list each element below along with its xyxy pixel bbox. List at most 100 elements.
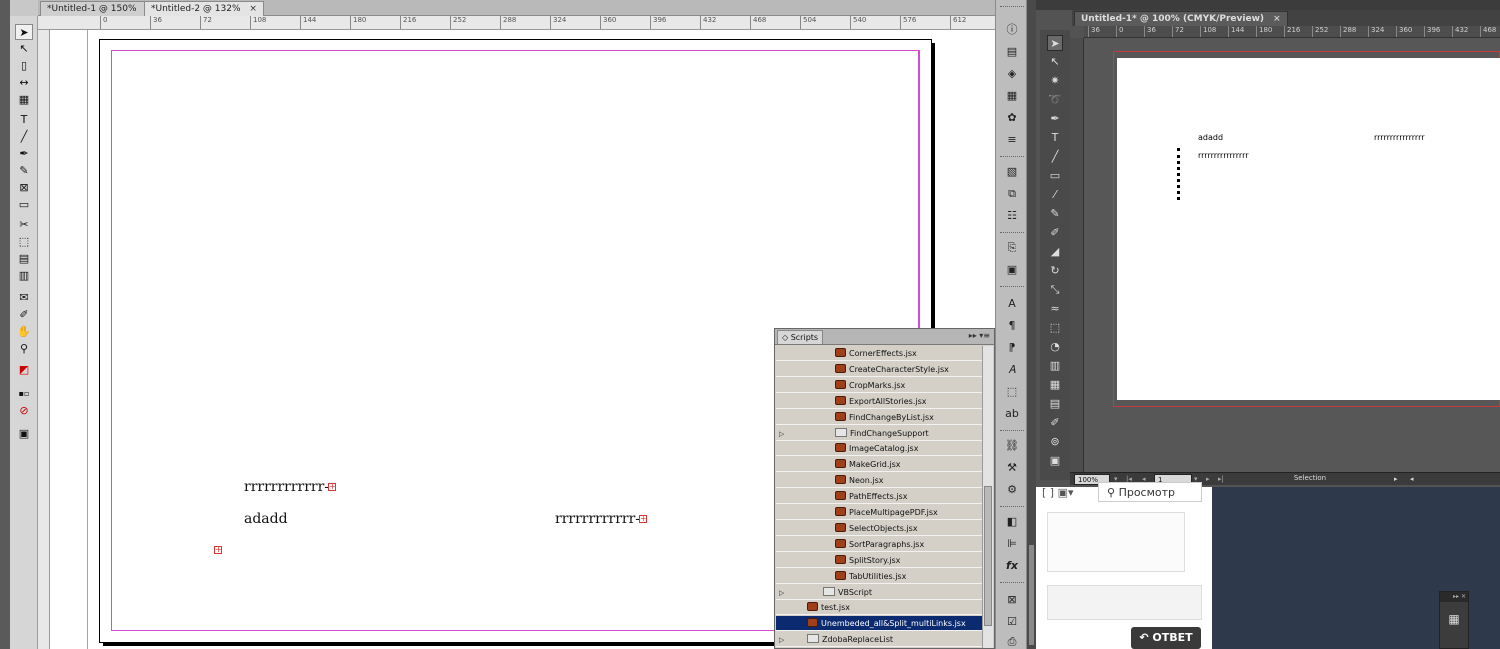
eraser-tool-icon[interactable]: ◢ xyxy=(1047,244,1063,260)
right-text-frame-3[interactable]: rrrrrrrrrrrrrrrr xyxy=(1198,151,1249,160)
script-item[interactable]: Neon.jsx xyxy=(776,473,982,489)
editor-box[interactable] xyxy=(1047,512,1185,572)
next-page-icon[interactable]: ▸ xyxy=(1206,474,1210,485)
layers-2-icon[interactable]: ◧ xyxy=(1002,514,1022,530)
line-tool-icon[interactable]: ╱ xyxy=(15,129,33,145)
chain-icon[interactable]: ⛓ xyxy=(1002,438,1022,454)
graph-tool-icon[interactable]: ▥ xyxy=(1047,358,1063,374)
swap-icon[interactable]: ▪▫ xyxy=(15,386,33,402)
scroll-left-icon[interactable]: ◂ xyxy=(1410,474,1414,485)
expand-triangle-icon[interactable]: ▷ xyxy=(779,586,787,601)
symbol-sprayer-icon[interactable]: ▣ xyxy=(1047,453,1063,469)
script-item[interactable]: PlaceMultipagePDF.jsx xyxy=(776,505,982,520)
script-item[interactable]: ExportAllStories.jsx xyxy=(776,394,982,409)
right-text-frame-2[interactable]: rrrrrrrrrrrrrrrr xyxy=(1374,133,1425,142)
script-item[interactable]: ▷ VBScript xyxy=(776,585,982,600)
magic-wand-icon[interactable]: ✷ xyxy=(1047,73,1063,89)
selection-tool-icon[interactable]: ➤ xyxy=(1047,35,1063,51)
rectangle-tool-icon[interactable]: ▭ xyxy=(15,197,33,213)
scripts-icon[interactable]: ⚒ xyxy=(1002,460,1022,476)
align-2-icon[interactable]: ⊫ xyxy=(1002,536,1022,552)
text-wrap-icon[interactable]: ▧ xyxy=(1002,164,1022,180)
text-frame-2[interactable]: adadd xyxy=(244,511,288,527)
lasso-tool-icon[interactable]: ➰ xyxy=(1047,92,1063,108)
status-menu-icon[interactable]: ▸ xyxy=(1394,474,1398,485)
character-icon[interactable]: A xyxy=(1002,296,1022,312)
links-icon[interactable]: ▦ xyxy=(1002,88,1022,104)
horizontal-ruler[interactable]: 0 36 72 108 144 180 216 252 288 324 360 … xyxy=(38,16,995,30)
type-tool-icon[interactable]: T xyxy=(15,112,33,128)
blob-brush-icon[interactable]: ✐ xyxy=(1047,225,1063,241)
right-vertical-ruler[interactable] xyxy=(1070,38,1084,472)
panel-grip[interactable] xyxy=(1000,6,1024,9)
answer-button[interactable]: ↶ ОТВЕТ xyxy=(1131,627,1201,649)
gear-icon[interactable]: ⚙ xyxy=(1002,482,1022,498)
mini-panel-header[interactable]: ▸▸ ✕ xyxy=(1440,592,1468,602)
script-item[interactable]: PathEffects.jsx xyxy=(776,489,982,505)
close-icon[interactable]: × xyxy=(249,4,257,14)
zoom-tool-icon[interactable]: ⚲ xyxy=(15,341,33,357)
brush-tool-icon[interactable]: ⁄ xyxy=(1047,187,1063,203)
free-transform-tool-icon[interactable]: ⬚ xyxy=(15,234,33,250)
mesh-tool-icon[interactable]: ▦ xyxy=(1047,377,1063,393)
pencil-tool-icon[interactable]: ✎ xyxy=(15,163,33,179)
right-horizontal-ruler[interactable]: 36 0 36 72 108 144 180 216 252 288 324 3… xyxy=(1084,26,1500,38)
paragraph-icon[interactable]: ¶ xyxy=(1002,318,1022,334)
editor-box-2[interactable] xyxy=(1047,585,1202,620)
preview-button[interactable]: ⚲ Просмотр xyxy=(1098,482,1202,502)
type-tool-icon[interactable]: T xyxy=(1047,130,1063,146)
vertical-ruler[interactable] xyxy=(38,30,50,649)
content-collector-tool-icon[interactable]: ▦ xyxy=(15,92,33,108)
screen-mode-icon[interactable]: ▣ xyxy=(15,426,33,442)
script-item[interactable]: ImageCatalog.jsx xyxy=(776,441,982,457)
scripts-tab[interactable]: ◇ Scripts xyxy=(777,330,824,344)
script-item[interactable]: ▷ FindChangeSupport xyxy=(776,426,982,441)
table-icon[interactable]: ☷ xyxy=(1002,208,1022,224)
script-item[interactable]: MakeGrid.jsx xyxy=(776,457,982,473)
script-item[interactable]: SelectObjects.jsx xyxy=(776,521,982,536)
pen-tool-icon[interactable]: ✒ xyxy=(15,146,33,162)
overset-icon[interactable]: + xyxy=(214,546,222,554)
rectangle-frame-tool-icon[interactable]: ⊠ xyxy=(15,180,33,196)
layers-icon[interactable]: ◈ xyxy=(1002,66,1022,82)
selection-tool-icon[interactable]: ➤ xyxy=(15,24,33,40)
expand-triangle-icon[interactable]: ▷ xyxy=(779,633,787,648)
gap-tool-icon[interactable]: ↔ xyxy=(15,75,33,91)
script-item[interactable]: TabUtilities.jsx xyxy=(776,569,982,584)
page-tool-icon[interactable]: ▯ xyxy=(15,58,33,74)
direct-selection-tool-icon[interactable]: ↖ xyxy=(15,41,33,57)
gradient-swatch-tool-icon[interactable]: ▤ xyxy=(15,251,33,267)
gradient-feather-tool-icon[interactable]: ▥ xyxy=(15,268,33,284)
info-icon[interactable]: ⓘ xyxy=(1002,22,1022,38)
export-icon[interactable]: ⎙ xyxy=(1002,634,1022,649)
hyperlinks-icon[interactable]: ⎘ xyxy=(1002,240,1022,256)
fx-icon[interactable]: fx xyxy=(1002,558,1022,574)
align-icon[interactable]: ⧉ xyxy=(1002,186,1022,202)
text-frame-3[interactable]: rrrrrrrrrrrr- xyxy=(555,511,640,527)
dock-scrollbar-thumb[interactable] xyxy=(1029,545,1034,645)
scripts-panel-header[interactable]: ◇ Scripts ▸▸ ▾≡ xyxy=(775,329,994,345)
script-item[interactable]: test.jsx xyxy=(776,600,982,616)
stroke-icon[interactable]: ≡ xyxy=(1002,132,1022,148)
script-item[interactable]: Unembeded_all&Split_multiLinks.jsx xyxy=(776,616,982,632)
right-document-page[interactable] xyxy=(1117,58,1500,400)
fill-stroke-icon[interactable]: ◩ xyxy=(15,362,33,378)
script-item[interactable]: CreateCharacterStyle.jsx xyxy=(776,362,982,377)
pages-icon[interactable]: ▤ xyxy=(1002,44,1022,60)
last-page-icon[interactable]: ▸| xyxy=(1218,474,1224,485)
hand-tool-icon[interactable]: ✋ xyxy=(15,324,33,340)
apply-none-icon[interactable]: ⊘ xyxy=(15,403,33,419)
right-text-frame-1[interactable]: adadd xyxy=(1198,133,1223,142)
panel-grip[interactable] xyxy=(1000,156,1024,159)
object-styles-icon[interactable]: ⬚ xyxy=(1002,384,1022,400)
scale-tool-icon[interactable]: ⤡ xyxy=(1047,282,1063,298)
right-vertical-text-frame[interactable] xyxy=(1177,148,1181,200)
panel-grip[interactable] xyxy=(1000,232,1024,235)
panel-grip[interactable] xyxy=(1000,582,1024,585)
line-tool-icon[interactable]: ╱ xyxy=(1047,149,1063,165)
script-item[interactable]: SortParagraphs.jsx xyxy=(776,537,982,552)
pencil-tool-icon[interactable]: ✎ xyxy=(1047,206,1063,222)
scripts-scrollbar-thumb[interactable] xyxy=(984,486,992,626)
script-item[interactable]: SplitStory.jsx xyxy=(776,553,982,568)
free-transform-icon[interactable]: ⬚ xyxy=(1047,320,1063,336)
